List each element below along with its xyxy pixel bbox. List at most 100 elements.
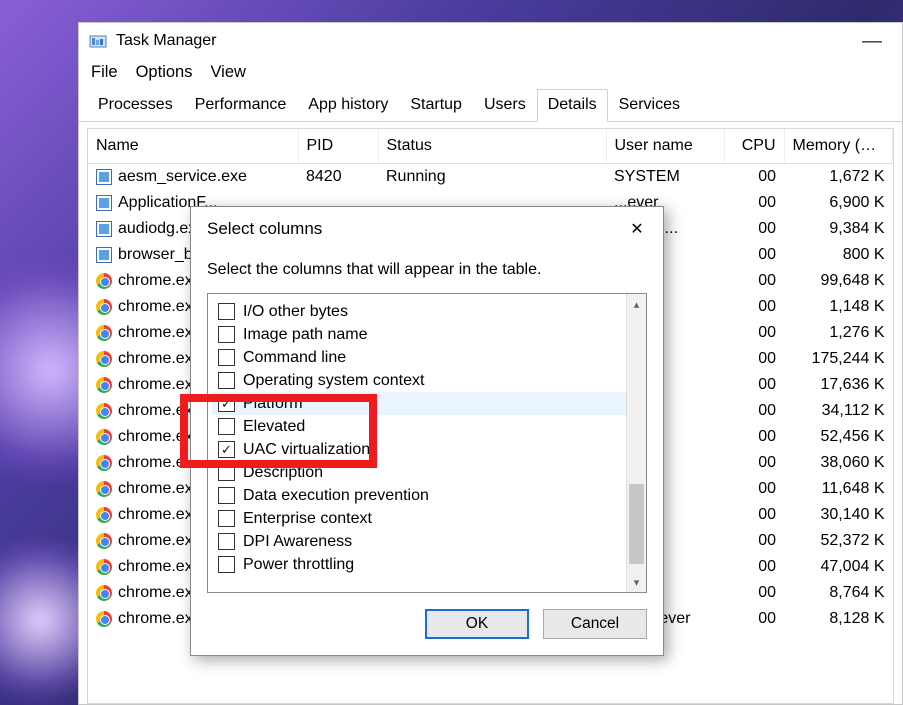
tab-startup[interactable]: Startup [399,89,473,122]
checkbox[interactable] [218,372,235,389]
cell-mem: 1,672 K [784,164,893,191]
tab-services[interactable]: Services [608,89,691,122]
column-option-label: Image path name [243,326,368,344]
task-manager-icon [89,32,107,50]
scroll-thumb[interactable] [629,484,644,564]
col-user[interactable]: User name [606,129,724,164]
dialog-instruction: Select the columns that will appear in t… [207,253,647,293]
col-name[interactable]: Name [88,129,298,164]
column-option-label: Data execution prevention [243,487,429,505]
column-option-label: Command line [243,349,346,367]
chrome-icon [96,325,112,341]
column-option[interactable]: Image path name [212,323,642,346]
cell-mem: 30,140 K [784,502,893,528]
cell-cpu: 00 [724,216,784,242]
scroll-up-icon[interactable]: ▴ [627,294,646,314]
scrollbar[interactable]: ▴ ▾ [626,294,646,592]
cell-mem: 9,384 K [784,216,893,242]
column-option-label: I/O other bytes [243,303,348,321]
column-option-label: Platform [243,395,303,413]
checkbox[interactable]: ✓ [218,441,235,458]
table-row[interactable]: aesm_service.exe8420RunningSYSTEM001,672… [88,164,893,191]
tab-details[interactable]: Details [537,89,608,122]
column-option-label: Enterprise context [243,510,372,528]
columns-checklist: I/O other bytes Image path name Command li… [207,293,647,593]
cell-mem: 175,244 K [784,346,893,372]
cell-cpu: 00 [724,346,784,372]
col-pid[interactable]: PID [298,129,378,164]
checkbox[interactable] [218,464,235,481]
column-option-label: Elevated [243,418,305,436]
titlebar[interactable]: Task Manager — [79,23,902,59]
tab-processes[interactable]: Processes [87,89,184,122]
minimize-button[interactable]: — [852,30,892,53]
cell-cpu: 00 [724,424,784,450]
cell-cpu: 00 [724,476,784,502]
column-option[interactable]: ✓UAC virtualization [212,438,642,461]
cell-cpu: 00 [724,554,784,580]
cell-mem: 11,648 K [784,476,893,502]
checkbox[interactable] [218,418,235,435]
process-name: aesm_service.exe [118,168,247,186]
menu-file[interactable]: File [91,63,118,82]
checkbox[interactable] [218,556,235,573]
cell-mem: 6,900 K [784,190,893,216]
col-status[interactable]: Status [378,129,606,164]
menu-view[interactable]: View [210,63,245,82]
cell-mem: 99,648 K [784,268,893,294]
column-option[interactable]: Command line [212,346,642,369]
column-option[interactable]: DPI Awareness [212,530,642,553]
checkbox[interactable] [218,326,235,343]
cell-cpu: 00 [724,398,784,424]
window-title: Task Manager [116,32,217,50]
cell-mem: 38,060 K [784,450,893,476]
column-option[interactable]: I/O other bytes [212,300,642,323]
cell-cpu: 00 [724,190,784,216]
column-option[interactable]: Description [212,461,642,484]
checkbox[interactable] [218,303,235,320]
col-cpu[interactable]: CPU [724,129,784,164]
tab-performance[interactable]: Performance [184,89,298,122]
tab-strip: Processes Performance App history Startu… [79,88,902,122]
menu-options[interactable]: Options [136,63,193,82]
cell-mem: 1,148 K [784,294,893,320]
cell-pid: 8420 [298,164,378,191]
chrome-icon [96,585,112,601]
column-option[interactable]: Elevated [212,415,642,438]
chrome-icon [96,429,112,445]
cell-user: SYSTEM [606,164,724,191]
cell-cpu: 00 [724,320,784,346]
cell-cpu: 00 [724,164,784,191]
column-option[interactable]: ✓ Platform [212,392,642,415]
cell-mem: 8,128 K [784,606,893,632]
column-option-label: Description [243,464,323,482]
checkbox[interactable] [218,510,235,527]
cancel-button[interactable]: Cancel [543,609,647,639]
column-option[interactable]: Operating system context [212,369,642,392]
chrome-icon [96,559,112,575]
checkbox[interactable] [218,349,235,366]
checkbox[interactable] [218,487,235,504]
tab-app-history[interactable]: App history [297,89,399,122]
cell-cpu: 00 [724,502,784,528]
checkbox[interactable] [218,533,235,550]
column-option[interactable]: Power throttling [212,553,642,576]
tab-users[interactable]: Users [473,89,537,122]
column-option[interactable]: Data execution prevention [212,484,642,507]
app-icon [96,221,112,237]
chrome-icon [96,507,112,523]
cell-cpu: 00 [724,450,784,476]
ok-button[interactable]: OK [425,609,529,639]
cell-mem: 17,636 K [784,372,893,398]
cell-cpu: 00 [724,242,784,268]
chrome-icon [96,273,112,289]
column-option[interactable]: Enterprise context [212,507,642,530]
scroll-down-icon[interactable]: ▾ [627,572,646,592]
column-option-label: Operating system context [243,372,424,390]
cell-cpu: 00 [724,294,784,320]
cell-cpu: 00 [724,528,784,554]
chrome-icon [96,455,112,471]
checkbox[interactable]: ✓ [218,395,235,412]
close-button[interactable]: ✕ [623,217,651,241]
col-memory[interactable]: Memory (ac... [784,129,893,164]
